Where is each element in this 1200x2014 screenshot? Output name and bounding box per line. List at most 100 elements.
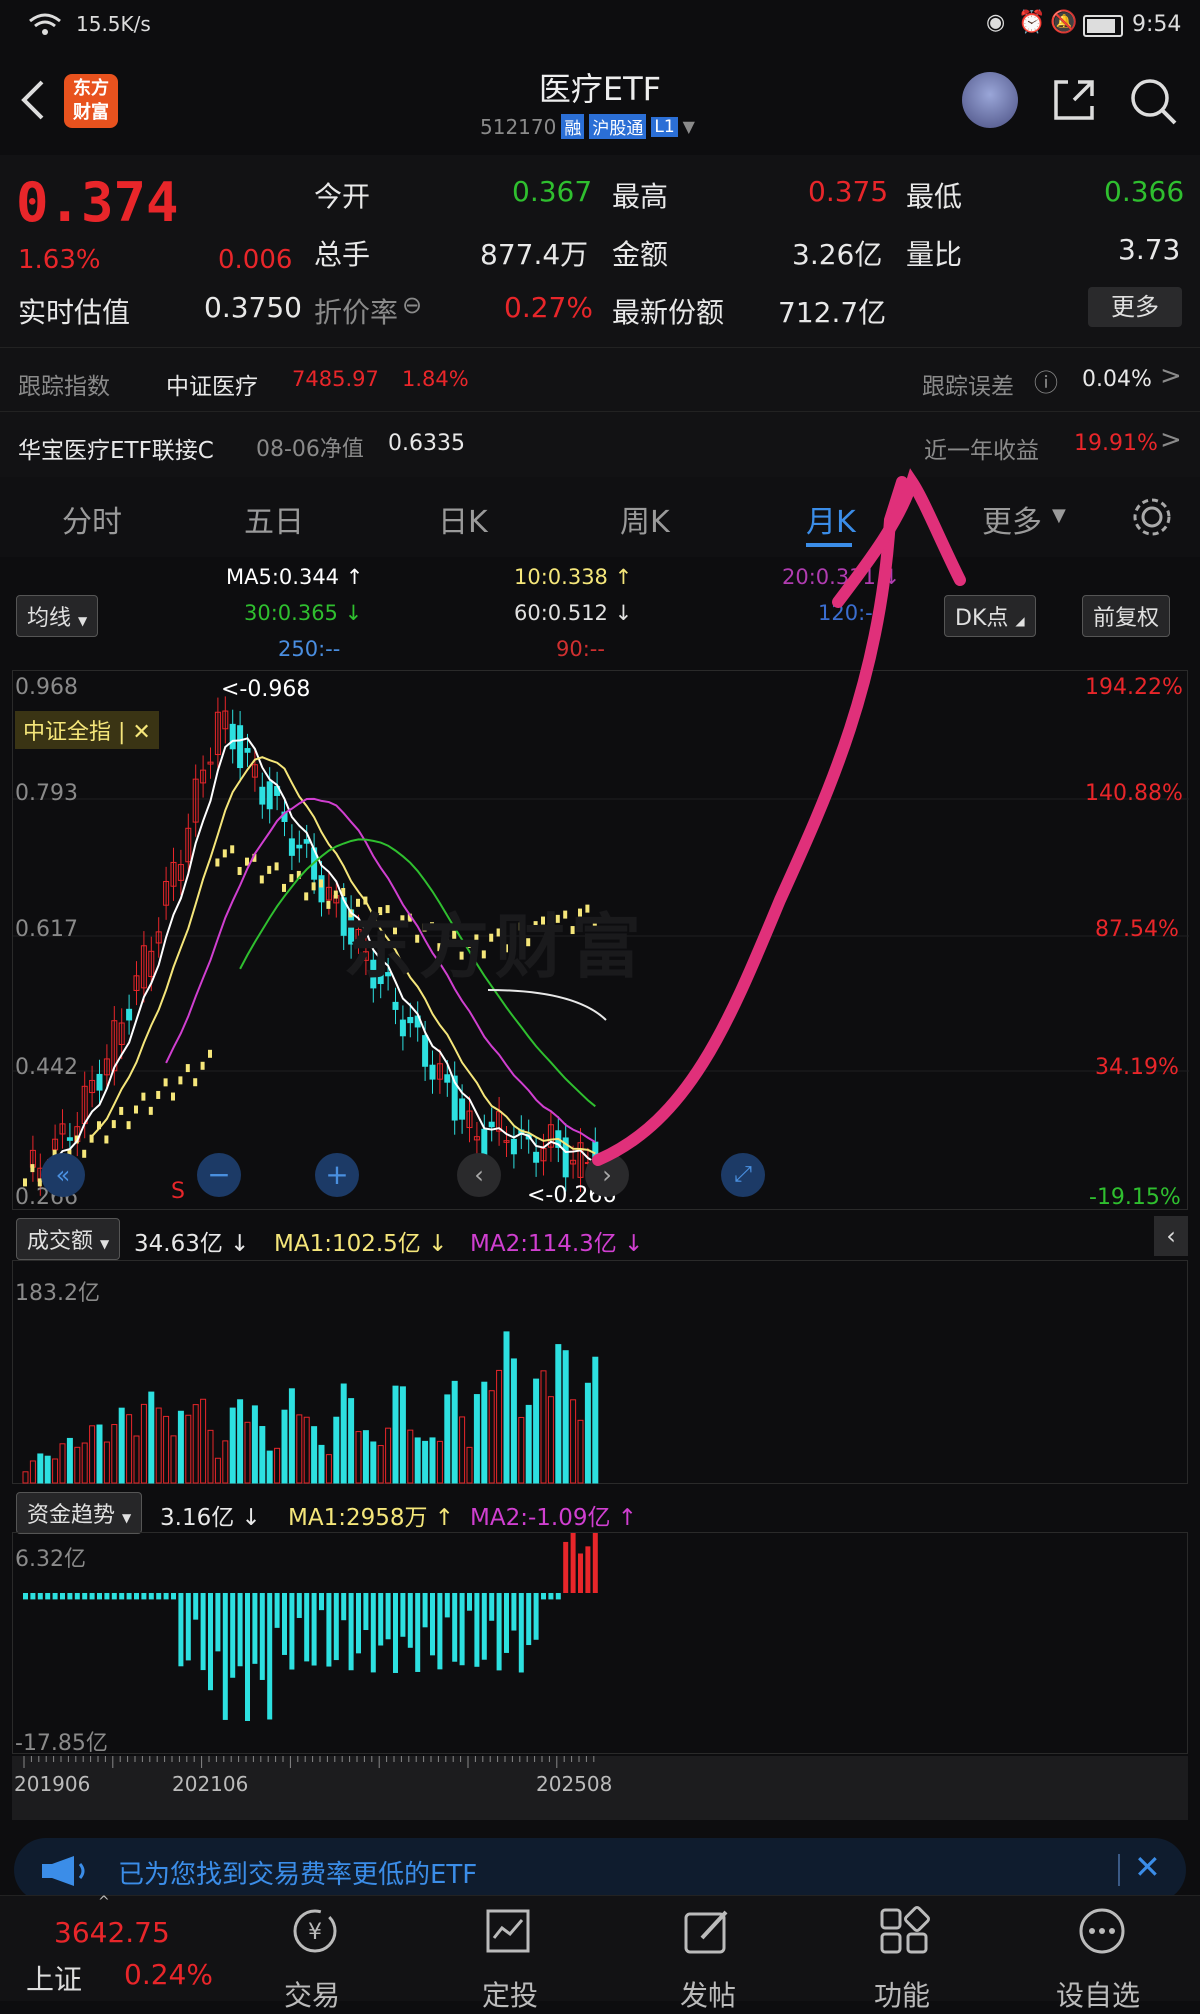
year-return-label[interactable]: 近一年收益 <box>924 431 1039 465</box>
volume-bar <box>429 1437 436 1484</box>
volume-bar <box>333 1416 340 1484</box>
ma-toggle-label: 均线 <box>27 606 72 631</box>
tab-monthly-k[interactable]: 月K <box>806 497 856 541</box>
settings-icon[interactable] <box>1130 495 1174 539</box>
search-icon[interactable] <box>1128 76 1178 126</box>
dropdown-icon: ▼ <box>122 1511 132 1525</box>
collapse-icon[interactable]: ‹ <box>1154 1216 1188 1256</box>
link-fund-name[interactable]: 华宝医疗ETF联接C <box>18 431 214 465</box>
track-index-name[interactable]: 中证医疗 <box>166 367 258 401</box>
grid-icon <box>880 1906 930 1954</box>
zoom-out-icon[interactable]: − <box>197 1153 241 1197</box>
index-overlay-label: 中证全指 <box>23 720 112 745</box>
flow-bar <box>319 1593 324 1611</box>
ad-banner[interactable]: 已为您找到交易费率更低的ETF ✕ <box>14 1838 1186 1902</box>
track-error-label[interactable]: 跟踪误差 <box>922 367 1014 401</box>
chevron-right-icon[interactable]: > <box>1160 425 1182 455</box>
flow-header: 资金趋势 ▼ 3.16亿 ↓ MA1:2958万 ↑ MA2:-1.09亿 ↑ <box>0 1486 1200 1534</box>
help-icon[interactable]: ⓘ <box>1034 363 1058 398</box>
candle <box>533 1151 540 1163</box>
robot-assistant-icon[interactable] <box>962 72 1018 128</box>
volume-bar <box>244 1421 251 1484</box>
close-icon[interactable]: ✕ <box>132 720 150 745</box>
post-label[interactable]: 发帖 <box>680 1974 736 2014</box>
flow-chart[interactable]: 6.32亿 -17.85亿 <box>12 1532 1188 1756</box>
function-nav-item[interactable] <box>876 1906 936 1966</box>
ma20-value: 20:0.331 ↓ <box>782 565 901 589</box>
tab-more[interactable]: 更多 <box>982 497 1042 541</box>
y-label-4: 0.442 <box>15 1055 78 1080</box>
volume-bar <box>133 1435 140 1484</box>
price-chart[interactable]: 东方财富 0.968 0.793 0.617 0.442 0.266 194.2… <box>12 670 1189 1210</box>
volume-chart[interactable]: 183.2亿 <box>12 1260 1188 1484</box>
megaphone-icon <box>42 1856 85 1886</box>
trade-nav-item[interactable]: ¥ <box>280 1906 350 1966</box>
fullscreen-icon[interactable]: ⤢ <box>721 1153 765 1197</box>
function-label[interactable]: 功能 <box>874 1974 930 2014</box>
share-icon[interactable] <box>1050 76 1098 124</box>
volume-selector[interactable]: 成交额 ▼ <box>16 1218 121 1260</box>
volume-label: 总手 <box>314 238 371 271</box>
volume-bar <box>348 1398 355 1484</box>
scroll-left-icon[interactable]: « <box>41 1153 85 1197</box>
prev-icon[interactable]: ‹ <box>457 1153 501 1197</box>
track-error-value: 0.04% <box>1082 367 1152 392</box>
flow-bar <box>533 1593 539 1640</box>
more-button[interactable]: 更多 <box>1088 287 1182 327</box>
yuan-circle-icon: ¥ <box>293 1909 337 1953</box>
flow-bar <box>282 1593 287 1655</box>
watchlist-label[interactable]: 设自选 <box>1056 1974 1140 2014</box>
pct-label-3: 87.54% <box>1095 917 1179 942</box>
volume-bar <box>407 1429 414 1484</box>
code-row[interactable]: 512170 融 沪股通 L1 ▼ <box>480 114 695 139</box>
overlay-candle <box>304 892 309 901</box>
volume-bar <box>488 1390 495 1484</box>
dk-label: DK点 <box>955 606 1009 631</box>
overlay-candle <box>237 866 242 875</box>
tab-5day[interactable]: 五日 <box>244 497 304 541</box>
volume-bar <box>222 1440 229 1484</box>
invest-nav-item[interactable] <box>480 1906 540 1966</box>
tab-daily-k[interactable]: 日K <box>438 497 488 541</box>
invest-label[interactable]: 定投 <box>482 1974 538 2014</box>
flow-ma2: MA2:-1.09亿 ↑ <box>470 1505 638 1531</box>
header: 东方 财富 医疗ETF 512170 融 沪股通 L1 ▼ <box>0 50 1200 155</box>
flow-bar <box>252 1593 258 1664</box>
dropdown-icon: ▼ <box>100 1237 110 1251</box>
index-overlay-tag[interactable]: 中证全指 | ✕ <box>15 711 159 749</box>
info-icon[interactable]: ⊖ <box>402 291 422 319</box>
index-ticker[interactable]: ^ 3642.75 上证 0.24% <box>0 1894 230 2001</box>
tab-intraday[interactable]: 分时 <box>62 497 122 541</box>
candle <box>422 1035 429 1067</box>
flow-bar <box>111 1593 117 1600</box>
post-nav-item[interactable] <box>680 1906 740 1966</box>
flow-value: 3.16亿 ↓ <box>160 1505 261 1531</box>
zoom-in-icon[interactable]: + <box>315 1153 359 1197</box>
overlay-candle <box>200 1061 205 1070</box>
premium-label: 折价率 <box>314 296 399 329</box>
flow-bar <box>215 1593 221 1652</box>
flow-selector[interactable]: 资金趋势 ▼ <box>16 1492 143 1534</box>
flow-bar <box>541 1593 546 1600</box>
flow-bar <box>378 1593 384 1646</box>
tab-weekly-k[interactable]: 周K <box>620 497 670 541</box>
ad-text[interactable]: 已为您找到交易费率更低的ETF <box>118 1854 477 1891</box>
flow-bar <box>474 1593 480 1667</box>
dk-point-button[interactable]: DK点 ◢ <box>944 595 1036 637</box>
close-icon[interactable]: ✕ <box>1134 1848 1161 1886</box>
x-label-end: 202508 <box>536 1772 613 1796</box>
flow-bar <box>274 1593 280 1628</box>
trade-label[interactable]: 交易 <box>284 1974 340 2014</box>
ma-toggle[interactable]: 均线 ▼ <box>16 595 99 637</box>
watchlist-nav-item[interactable] <box>1074 1906 1134 1966</box>
candle <box>444 1074 451 1083</box>
volume-bar <box>140 1403 147 1484</box>
volume-bar <box>251 1405 258 1484</box>
flow-bar <box>348 1593 354 1671</box>
adjust-button[interactable]: 前复权 <box>1082 595 1171 637</box>
shares-value: 712.7亿 <box>778 296 887 329</box>
pct-label-2: 140.88% <box>1085 781 1183 806</box>
flow-bar <box>481 1593 487 1660</box>
chevron-right-icon[interactable]: > <box>1160 361 1182 391</box>
next-icon[interactable]: › <box>585 1153 629 1197</box>
